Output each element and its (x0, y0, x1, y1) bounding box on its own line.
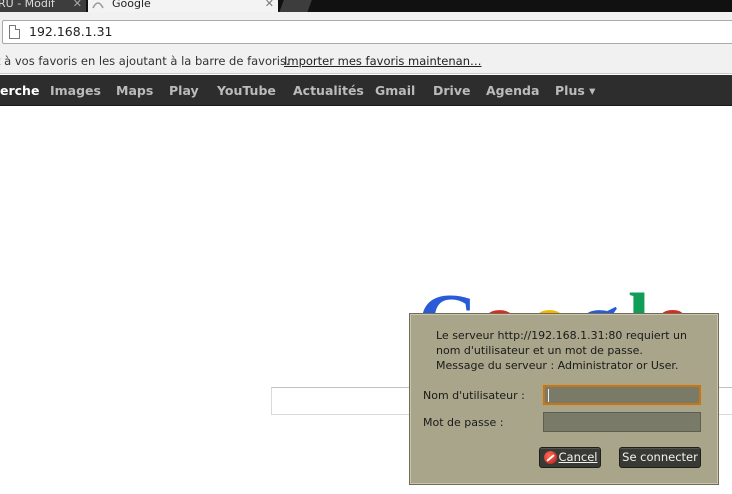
nav-gmail[interactable]: Gmail (375, 75, 415, 106)
username-label: Nom d'utilisateur : (423, 389, 525, 402)
close-icon[interactable]: ✕ (73, 0, 82, 11)
toolbar: 192.168.1.31 (0, 12, 732, 50)
username-field[interactable] (543, 385, 701, 405)
tab-strip: RU - Modif ✕ Google ✕ (0, 0, 732, 12)
import-bookmarks-link[interactable]: Importer mes favoris maintenan… (284, 50, 482, 72)
google-nav-bar: erche Images Maps Play YouTube Actualité… (0, 75, 732, 106)
nav-youtube[interactable]: YouTube (217, 75, 276, 106)
page-icon (9, 25, 20, 39)
tab-title: RU - Modif (0, 0, 55, 10)
cancel-icon (544, 451, 557, 464)
auth-message-line3: Message du serveur : Administrator or Us… (436, 359, 679, 372)
auth-dialog: Le serveur http://192.168.1.31:80 requie… (409, 313, 719, 485)
bookmarks-hint: t à vos favoris en les ajoutant à la bar… (0, 54, 290, 68)
nav-play[interactable]: Play (169, 75, 199, 106)
loading-icon (92, 2, 104, 9)
auth-message-line2: nom d'utilisateur et un mot de passe. (436, 344, 643, 357)
auth-message-line1: Le serveur http://192.168.1.31:80 requie… (436, 329, 687, 342)
nav-search[interactable]: erche (0, 75, 39, 106)
tab-google[interactable]: Google ✕ (88, 0, 278, 12)
bookmarks-bar: t à vos favoris en les ajoutant à la bar… (0, 50, 732, 74)
password-field[interactable] (543, 412, 701, 432)
text-caret (548, 389, 549, 402)
password-label: Mot de passe : (423, 416, 504, 429)
browser-window: RU - Modif ✕ Google ✕ 192.168.1.31 t à v… (0, 0, 732, 494)
address-bar[interactable]: 192.168.1.31 (2, 20, 732, 44)
tab-router[interactable]: RU - Modif ✕ (0, 0, 86, 12)
connect-button[interactable]: Se connecter (619, 447, 701, 468)
close-icon[interactable]: ✕ (265, 0, 274, 11)
nav-more[interactable]: Plus ▾ (555, 75, 595, 106)
connect-label: Se connecter (622, 450, 698, 464)
nav-maps[interactable]: Maps (116, 75, 153, 106)
nav-drive[interactable]: Drive (433, 75, 470, 106)
auth-message: Le serveur http://192.168.1.31:80 requie… (436, 328, 716, 373)
nav-agenda[interactable]: Agenda (486, 75, 539, 106)
tab-title: Google (112, 0, 151, 10)
cancel-label: Cancel (558, 450, 598, 464)
cancel-button[interactable]: Cancel (539, 447, 601, 468)
new-tab-button[interactable] (279, 0, 313, 12)
url-text[interactable]: 192.168.1.31 (29, 24, 113, 39)
nav-images[interactable]: Images (50, 75, 101, 106)
nav-actualites[interactable]: Actualités (293, 75, 364, 106)
